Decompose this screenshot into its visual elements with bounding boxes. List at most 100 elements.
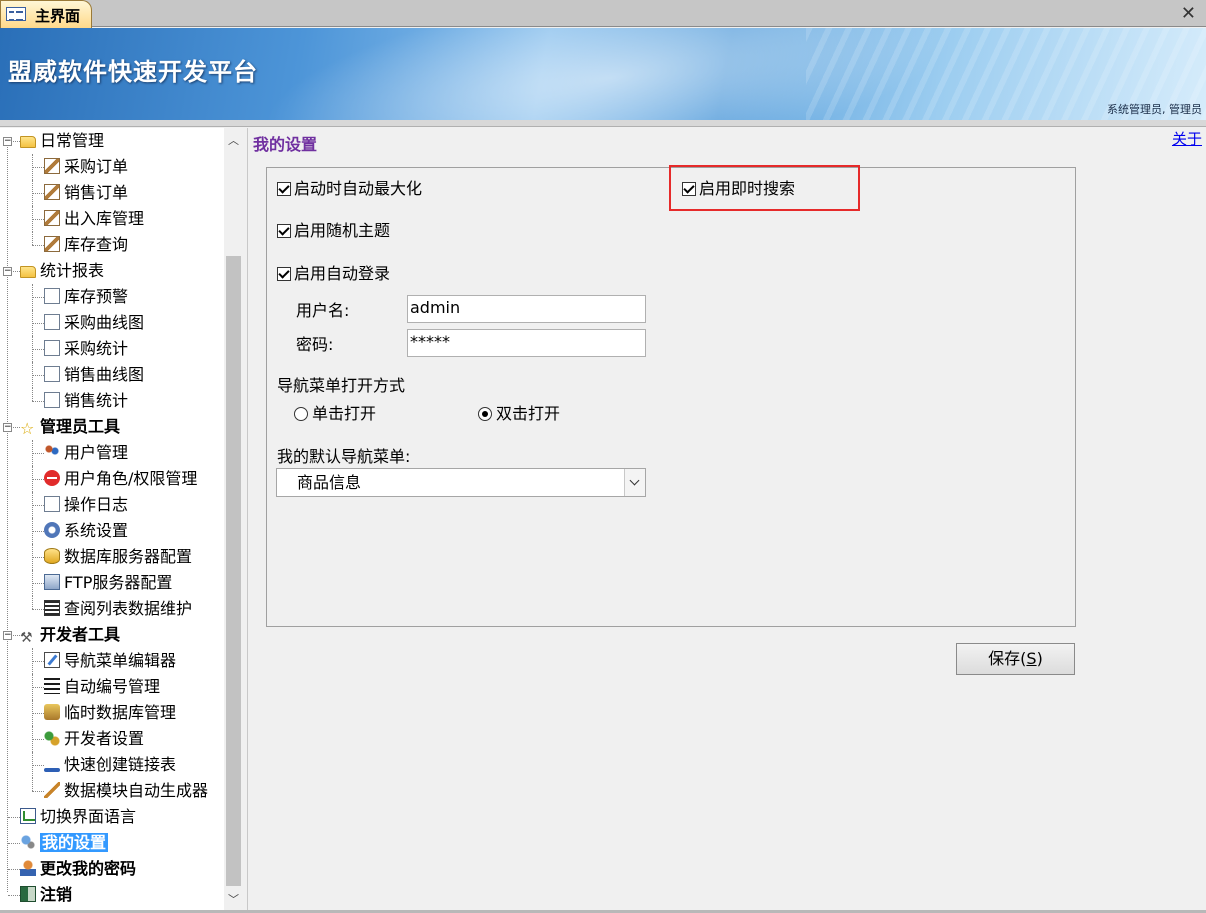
checkbox-checked-icon: [682, 182, 696, 196]
nav-item-7[interactable]: 采购曲线图: [44, 311, 144, 335]
nav-item-21[interactable]: 自动编号管理: [44, 675, 160, 699]
no-entry-icon: [44, 470, 60, 486]
tree-branch-line: [32, 544, 33, 570]
magic-wand-icon: [44, 782, 60, 798]
double-click-radio[interactable]: 双击打开: [478, 403, 560, 425]
nav-item-17[interactable]: FTP服务器配置: [44, 571, 172, 595]
auto-login-checkbox[interactable]: 启用自动登录: [277, 263, 390, 285]
tree-branch-line: [32, 232, 33, 245]
tree-branch-line: [32, 206, 33, 232]
nav-item-10[interactable]: 销售统计: [44, 389, 128, 413]
nav-item-label: 销售曲线图: [64, 365, 145, 384]
tree-connector: [32, 479, 44, 480]
nav-item-25[interactable]: 数据模块自动生成器: [44, 779, 208, 803]
tree-connector: [8, 817, 20, 818]
scroll-thumb[interactable]: [226, 256, 241, 886]
tools-icon: ⚒: [20, 630, 33, 646]
nav-item-4[interactable]: 库存查询: [44, 233, 128, 257]
tab-main-label: 主界面: [35, 7, 81, 25]
nav-item-15[interactable]: 系统设置: [44, 519, 128, 543]
star-icon: ☆: [20, 419, 35, 438]
save-button[interactable]: 保存(S): [956, 643, 1075, 675]
nav-item-20[interactable]: 导航菜单编辑器: [44, 649, 176, 673]
nav-item-14[interactable]: 操作日志: [44, 493, 128, 517]
nav-item-19[interactable]: ⚒ 开发者工具: [20, 623, 120, 647]
about-link[interactable]: 关于: [1172, 128, 1202, 149]
random-theme-label: 启用随机主题: [294, 221, 391, 240]
settings-icon: [44, 522, 60, 538]
close-icon[interactable]: ✕: [1181, 3, 1196, 24]
nav-item-16[interactable]: 数据库服务器配置: [44, 545, 192, 569]
scroll-down-icon[interactable]: ﹀: [228, 891, 239, 907]
nav-item-label: 销售统计: [64, 391, 129, 410]
auto-login-label: 启用自动登录: [294, 264, 391, 283]
nav-scrollbar[interactable]: ︿ ﹀: [224, 128, 243, 910]
nav-item-label: 临时数据库管理: [64, 703, 177, 722]
single-click-label: 单击打开: [312, 404, 377, 423]
chevron-down-icon[interactable]: [624, 469, 645, 496]
collapse-icon[interactable]: −: [3, 423, 12, 432]
password-field[interactable]: *****: [407, 329, 646, 357]
nav-item-label: 开发者工具: [40, 625, 121, 644]
instant-search-checkbox[interactable]: 启用即时搜索: [682, 178, 795, 200]
nav-item-label: 更改我的密码: [40, 859, 137, 878]
radio-unselected-icon: [294, 407, 308, 421]
tree-connector: [8, 895, 20, 896]
random-theme-checkbox[interactable]: 启用随机主题: [277, 220, 390, 242]
nav-item-9[interactable]: 销售曲线图: [44, 363, 144, 387]
document-icon: [44, 340, 60, 356]
tree-connector: [32, 687, 44, 688]
nav-item-label: 库存查询: [64, 235, 129, 254]
nav-item-label: 数据库服务器配置: [64, 547, 193, 566]
nav-item-2[interactable]: 销售订单: [44, 181, 128, 205]
nav-item-0[interactable]: 日常管理: [20, 129, 104, 153]
auto-maximize-checkbox[interactable]: 启动时自动最大化: [277, 178, 422, 200]
pen-icon: [44, 184, 60, 200]
link-icon: [44, 768, 60, 772]
nav-item-label: 自动编号管理: [64, 677, 161, 696]
tree-branch-line: [32, 440, 33, 466]
checkbox-checked-icon: [277, 182, 291, 196]
collapse-icon[interactable]: −: [3, 631, 12, 640]
username-field[interactable]: admin: [407, 295, 646, 323]
nav-item-27[interactable]: 我的设置: [20, 831, 109, 855]
tree-branch-line: [32, 362, 33, 388]
nav-item-6[interactable]: 库存预警: [44, 285, 128, 309]
collapse-icon[interactable]: −: [3, 137, 12, 146]
nav-item-12[interactable]: 用户管理: [44, 441, 128, 465]
tab-main[interactable]: 主界面: [0, 0, 92, 28]
nav-item-5[interactable]: 统计报表: [20, 259, 104, 283]
tree-branch-line: [32, 466, 33, 492]
nav-item-8[interactable]: 采购统计: [44, 337, 128, 361]
nav-item-11[interactable]: ☆ 管理员工具: [20, 415, 120, 439]
tree-branch-line: [32, 336, 33, 362]
nav-item-3[interactable]: 出入库管理: [44, 207, 144, 231]
tree-connector: [32, 375, 44, 376]
default-nav-select[interactable]: 商品信息: [276, 468, 646, 497]
folder-open-icon: [20, 266, 36, 278]
tree-branch-line: [32, 518, 33, 544]
nav-item-22[interactable]: 临时数据库管理: [44, 701, 176, 725]
single-click-radio[interactable]: 单击打开: [294, 403, 376, 425]
nav-item-23[interactable]: 开发者设置: [44, 727, 144, 751]
document-icon: [44, 314, 60, 330]
collapse-icon[interactable]: −: [3, 267, 12, 276]
instant-search-label: 启用即时搜索: [699, 179, 796, 198]
tree-connector: [32, 765, 44, 766]
nav-item-28[interactable]: 更改我的密码: [20, 857, 136, 881]
radio-selected-icon: [478, 407, 492, 421]
temp-database-icon: [44, 704, 60, 720]
nav-item-26[interactable]: 切换界面语言: [20, 805, 136, 829]
nav-item-13[interactable]: 用户角色/权限管理: [44, 467, 197, 491]
scroll-up-icon[interactable]: ︿: [228, 132, 239, 148]
my-settings-icon: [20, 834, 36, 850]
nav-item-24[interactable]: 快速创建链接表: [44, 753, 176, 777]
tree-branch-line: [32, 674, 33, 700]
developer-settings-icon: [44, 730, 60, 746]
tree-connector: [32, 557, 44, 558]
nav-item-label: 采购订单: [64, 157, 129, 176]
nav-item-1[interactable]: 采购订单: [44, 155, 128, 179]
nav-item-29[interactable]: 注销: [20, 883, 72, 907]
pen-icon: [44, 236, 60, 252]
nav-item-18[interactable]: 查阅列表数据维护: [44, 597, 192, 621]
